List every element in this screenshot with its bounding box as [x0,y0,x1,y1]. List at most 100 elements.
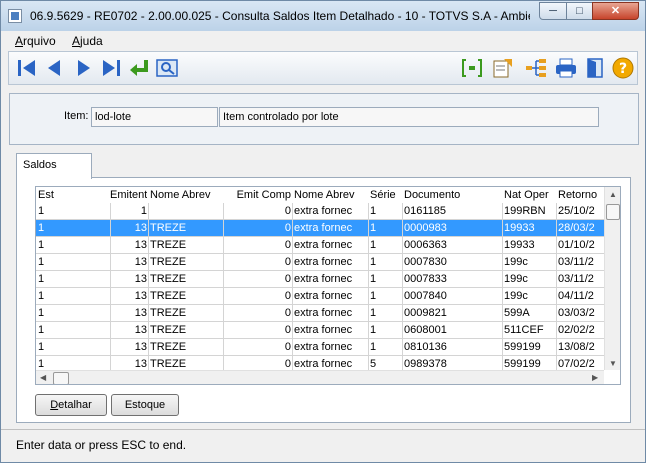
cell-documento: 0000983 [404,222,447,234]
cell-nat-oper: 199c [504,256,528,268]
cell-est: 1 [38,358,45,370]
cell-nat-oper: 19933 [504,239,535,251]
zoom-icon[interactable] [155,57,179,79]
item-code-field[interactable]: lod-lote [91,107,218,127]
cell-est: 1 [38,341,45,353]
item-description-field[interactable]: Item controlado por lote [219,107,599,127]
menu-arquivo[interactable]: Arquivo [15,34,56,48]
cell-documento: 0007833 [404,273,447,285]
cell-serie: 1 [370,256,377,268]
app-window: 06.9.5629 - RE0702 - 2.00.00.025 - Consu… [0,0,646,463]
next-record-icon[interactable] [71,57,95,79]
cell-retorno: 28/03/2 [558,222,595,234]
bracket-select-icon[interactable] [460,57,484,79]
vertical-scroll-thumb[interactable] [606,204,620,220]
vertical-scrollbar[interactable]: ▲ ▼ [604,187,620,370]
col-header-documento[interactable]: Documento [404,189,500,201]
table-row[interactable]: 1 13 TREZE 0 extra fornec 1 0000983 19933 28/03/… [36,220,604,237]
cell-nome-abrev: TREZE [150,256,187,268]
col-header-emit-comp[interactable]: Emit Comp [225,189,291,201]
cell-documento: 0161185 [404,205,447,217]
table-row[interactable]: 1 13 TREZE 0 extra fornec 1 0009821 599A 03/03/2 [36,305,604,322]
cell-serie: 1 [370,307,377,319]
saldos-grid[interactable]: Est Emitente Nome Abrev Emit Comp Nome A… [35,186,621,385]
maximize-button[interactable]: □ [566,2,593,20]
exit-door-icon[interactable] [583,57,607,79]
grid-column-divider [556,203,557,371]
cell-emitente: 13 [134,341,147,353]
last-record-icon[interactable] [99,57,123,79]
cell-nat-oper: 199c [504,290,528,302]
toolbar: ? [8,51,638,85]
table-row[interactable]: 1 13 TREZE 0 extra fornec 1 0006363 19933 01/10/… [36,237,604,254]
cell-serie: 1 [370,273,377,285]
table-row[interactable]: 1 13 TREZE 0 extra fornec 1 0810136 599199 13/08… [36,339,604,356]
hierarchy-icon[interactable] [524,57,548,79]
scroll-right-icon[interactable]: ▶ [592,373,598,382]
col-header-nome-abrev[interactable]: Nome Abrev [150,189,222,201]
col-header-nome-abrev-comp[interactable]: Nome Abrev [294,189,366,201]
col-header-serie[interactable]: Série [370,189,400,201]
cell-nome-abrev-comp: extra fornec [294,239,353,251]
cell-nome-abrev-comp: extra fornec [294,341,353,353]
estoque-button[interactable]: Estoque [111,394,179,416]
saldos-tab-panel: Est Emitente Nome Abrev Emit Comp Nome A… [16,177,631,423]
grid-column-divider [402,203,403,371]
cell-nome-abrev: TREZE [150,358,187,370]
cell-emit-comp: 0 [284,324,291,336]
cell-nome-abrev: TREZE [150,290,187,302]
cell-emitente: 13 [134,239,147,251]
scroll-up-icon[interactable]: ▲ [609,190,617,199]
previous-record-icon[interactable] [43,57,67,79]
cell-est: 1 [38,239,45,251]
item-label: Item: [64,110,89,122]
minimize-button[interactable]: ─ [539,2,567,20]
table-row[interactable]: 1 1 0 extra fornec 1 0161185 199RBN 25/10/2 [36,203,604,220]
item-panel: Item: lod-lote Item controlado por lote [9,93,639,145]
print-icon[interactable] [554,57,578,79]
cell-emit-comp: 0 [284,256,291,268]
grid-column-divider [502,203,503,371]
cell-emitente: 13 [134,273,147,285]
app-icon [8,9,22,23]
cell-nat-oper: 599199 [504,358,541,370]
cell-retorno: 01/10/2 [558,239,595,251]
cell-documento: 0006363 [404,239,447,251]
cell-nome-abrev-comp: extra fornec [294,307,353,319]
minimize-icon: ─ [549,5,557,17]
table-row[interactable]: 1 13 TREZE 0 extra fornec 1 0007833 199c 03/11/2 [36,271,604,288]
cell-est: 1 [38,273,45,285]
cell-emitente: 13 [134,307,147,319]
cell-documento: 0007830 [404,256,447,268]
col-header-est[interactable]: Est [38,189,108,201]
cell-serie: 1 [370,205,377,217]
table-row[interactable]: 1 13 TREZE 0 extra fornec 1 0007840 199c 04/11/2 [36,288,604,305]
col-header-nat-oper[interactable]: Nat Oper [504,189,554,201]
help-icon[interactable]: ? [611,57,635,79]
title-bar[interactable]: 06.9.5629 - RE0702 - 2.00.00.025 - Consu… [1,1,645,31]
grid-column-divider [292,203,293,371]
col-header-emitente[interactable]: Emitente [110,189,147,201]
detalhar-button[interactable]: Detalhar [35,394,107,416]
menu-ajuda[interactable]: Ajuda [72,34,103,48]
cell-est: 1 [38,307,45,319]
grid-header: Est Emitente Nome Abrev Emit Comp Nome A… [36,187,604,203]
horizontal-scroll-thumb[interactable] [53,372,69,384]
cell-retorno: 03/03/2 [558,307,595,319]
col-header-retorno[interactable]: Retorno [558,189,604,201]
cell-documento: 0007840 [404,290,447,302]
close-button[interactable]: ✕ [592,2,639,20]
cell-nome-abrev-comp: extra fornec [294,273,353,285]
scroll-left-icon[interactable]: ◀ [40,373,46,382]
tab-saldos[interactable]: Saldos [16,153,92,179]
scroll-down-icon[interactable]: ▼ [609,359,617,368]
cell-nome-abrev-comp: extra fornec [294,358,353,370]
first-record-icon[interactable] [15,57,39,79]
table-row[interactable]: 1 13 TREZE 0 extra fornec 1 0608001 511CEF 02/02… [36,322,604,339]
horizontal-scrollbar[interactable]: ◀ ▶ [36,370,604,384]
return-icon[interactable] [127,57,151,79]
table-row[interactable]: 1 13 TREZE 0 extra fornec 1 0007830 199c 03/11/2 [36,254,604,271]
report-icon[interactable] [490,57,514,79]
svg-text:?: ? [619,61,627,77]
cell-est: 1 [38,290,45,302]
